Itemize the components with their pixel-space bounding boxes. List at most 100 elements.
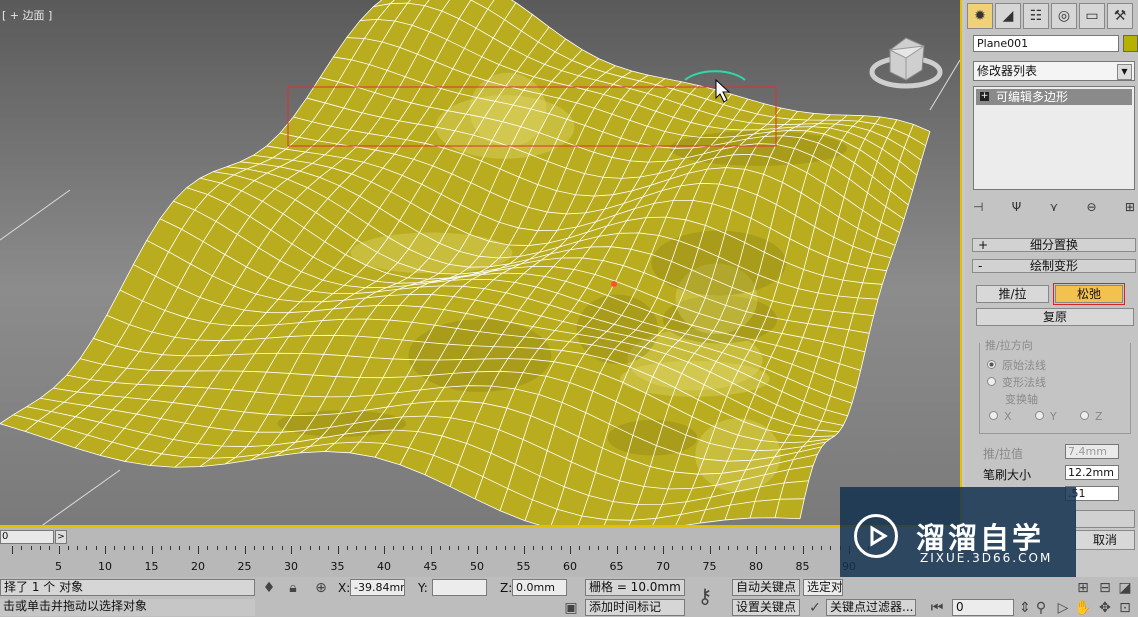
ruler-tick: [272, 546, 273, 550]
expand-icon[interactable]: +: [980, 92, 989, 101]
watermark-logo: 溜溜自学 ZIXUE.3D66.COM: [840, 487, 1076, 577]
ruler-tick: [700, 546, 701, 550]
axis-z-radio[interactable]: Z: [1080, 410, 1103, 423]
object-color-swatch[interactable]: [1123, 35, 1138, 52]
motion-tab-icon[interactable]: ◎: [1051, 3, 1077, 29]
add-time-tag-button[interactable]: 添加时间标记: [585, 599, 685, 616]
ruler-tick: [124, 546, 125, 550]
ruler-tick: [263, 546, 264, 550]
frame-field[interactable]: 0: [0, 530, 54, 544]
play-icon[interactable]: ▷: [1054, 599, 1072, 617]
grid-size-display: 栅格 = 10.0mm: [585, 579, 685, 596]
ruler-tick: [114, 546, 115, 550]
field-of-view-icon[interactable]: ◪: [1116, 579, 1134, 597]
ruler-tick: [142, 546, 143, 550]
zoom-extents-all-icon[interactable]: ⊟: [1096, 579, 1114, 597]
transform-axis-label: 变换轴: [1005, 391, 1038, 407]
chevron-down-icon[interactable]: ▼: [1117, 64, 1132, 80]
ruler-tick: [179, 546, 180, 550]
relax-button[interactable]: 松弛: [1055, 285, 1123, 303]
logo-play-icon: [854, 514, 898, 558]
zoom-icon[interactable]: ⚲: [1032, 599, 1050, 617]
auto-key-button[interactable]: 自动关键点: [732, 579, 800, 596]
pan-hand-icon[interactable]: ✋: [1074, 599, 1092, 617]
display-tab-icon[interactable]: ▭: [1079, 3, 1105, 29]
original-normals-radio[interactable]: 原始法线: [987, 357, 1046, 373]
pin-stack-icon[interactable]: ⊣: [973, 200, 983, 214]
ruler-tick: [207, 546, 208, 550]
ruler-tick: [365, 546, 366, 550]
z-coordinate-field[interactable]: 0.0mm: [512, 579, 567, 596]
key-mode-icon[interactable]: ✓: [806, 599, 824, 617]
create-tab-icon[interactable]: ✹: [967, 3, 993, 29]
time-tag-icon[interactable]: ▣: [562, 599, 580, 617]
viewport-label[interactable]: [ + 边面 ]: [2, 7, 52, 23]
modify-tab-icon[interactable]: ◢: [995, 3, 1021, 29]
rollout-paint-deform[interactable]: - 绘制变形: [972, 259, 1136, 273]
modifier-stack: + 可编辑多边形: [973, 86, 1135, 190]
utilities-tab-icon[interactable]: ⚒: [1107, 3, 1133, 29]
radio-icon: [989, 411, 998, 420]
ruler-tick-label: 70: [656, 560, 670, 573]
revert-button[interactable]: 复原: [976, 308, 1134, 326]
push-value-label: 推/拉值: [983, 445, 1023, 462]
y-coordinate-field[interactable]: [432, 579, 487, 596]
make-unique-icon[interactable]: ⋎: [1049, 200, 1058, 214]
maximize-viewport-icon[interactable]: ⊡: [1116, 599, 1134, 617]
brush-size-spinner[interactable]: 12.2mm: [1065, 465, 1119, 480]
terrain-mesh[interactable]: [0, 0, 962, 527]
ruler-tick: [59, 546, 60, 554]
ruler-tick-label: 20: [191, 560, 205, 573]
deformed-normals-radio[interactable]: 变形法线: [987, 374, 1046, 390]
push-value-spinner[interactable]: 7.4mm: [1065, 444, 1119, 459]
timeline[interactable]: 0 > 51015202530354045505560657075808590: [0, 527, 840, 577]
orbit-icon[interactable]: ✥: [1096, 599, 1114, 617]
set-key-button[interactable]: 设置关键点: [732, 599, 800, 616]
ruler-tick: [170, 546, 171, 550]
next-frame-button[interactable]: >: [55, 530, 67, 544]
ruler-tick-label: 5: [55, 560, 62, 573]
z-label: Z:: [500, 581, 512, 595]
panel-button-blank[interactable]: [1075, 510, 1135, 528]
ruler-tick: [282, 546, 283, 550]
selected-dropdown[interactable]: 选定对: [803, 579, 843, 596]
brush-size-label: 笔刷大小: [983, 466, 1031, 483]
absolute-mode-icon[interactable]: ⊕: [312, 579, 330, 597]
isolate-icon[interactable]: ♦: [260, 579, 278, 597]
command-panel-tabs: ✹ ◢ ☷ ◎ ▭ ⚒: [967, 3, 1133, 29]
mesh-shading: [608, 420, 698, 456]
cancel-button[interactable]: 取消: [1075, 530, 1135, 550]
push-pull-button[interactable]: 推/拉: [976, 285, 1049, 303]
rollout-subdivision[interactable]: + 细分置换: [972, 238, 1136, 252]
hierarchy-tab-icon[interactable]: ☷: [1023, 3, 1049, 29]
radio-icon: [1080, 411, 1089, 420]
axis-x-radio[interactable]: X: [989, 410, 1012, 423]
show-end-result-icon[interactable]: Ψ: [1012, 200, 1021, 214]
modifier-list-label: 修改器列表: [977, 64, 1037, 78]
track-bar-ruler[interactable]: 51015202530354045505560657075808590: [0, 546, 840, 576]
remove-modifier-icon[interactable]: ⊖: [1087, 200, 1097, 214]
stack-item-editable-poly[interactable]: + 可编辑多边形: [976, 89, 1132, 105]
ruler-tick: [68, 546, 69, 550]
ruler-tick: [644, 546, 645, 550]
lock-selection-icon[interactable]: 🔒︎: [284, 579, 302, 597]
axis-y-radio[interactable]: Y: [1035, 410, 1057, 423]
radio-icon: [987, 360, 996, 369]
ruler-tick: [189, 546, 190, 550]
go-to-start-icon[interactable]: ⏮: [928, 599, 946, 617]
current-frame-field[interactable]: 0: [952, 599, 1014, 616]
ruler-tick-label: 25: [238, 560, 252, 573]
ruler-tick: [635, 546, 636, 550]
modifier-list-dropdown[interactable]: 修改器列表 ▼: [973, 61, 1135, 81]
ruler-tick: [152, 546, 153, 554]
x-coordinate-field[interactable]: -39.84mm: [350, 579, 405, 596]
perspective-viewport[interactable]: [ + 边面 ]: [0, 0, 962, 527]
zoom-extents-icon[interactable]: ⊞: [1074, 579, 1092, 597]
configure-sets-icon[interactable]: ⊞: [1125, 200, 1135, 214]
ruler-tick: [458, 546, 459, 550]
ruler-tick: [12, 546, 13, 554]
ruler-tick: [412, 546, 413, 550]
object-name-field[interactable]: Plane001: [973, 35, 1119, 52]
key-icon[interactable]: ⚷: [696, 587, 714, 605]
key-filters-button[interactable]: 关键点过滤器...: [826, 599, 916, 616]
